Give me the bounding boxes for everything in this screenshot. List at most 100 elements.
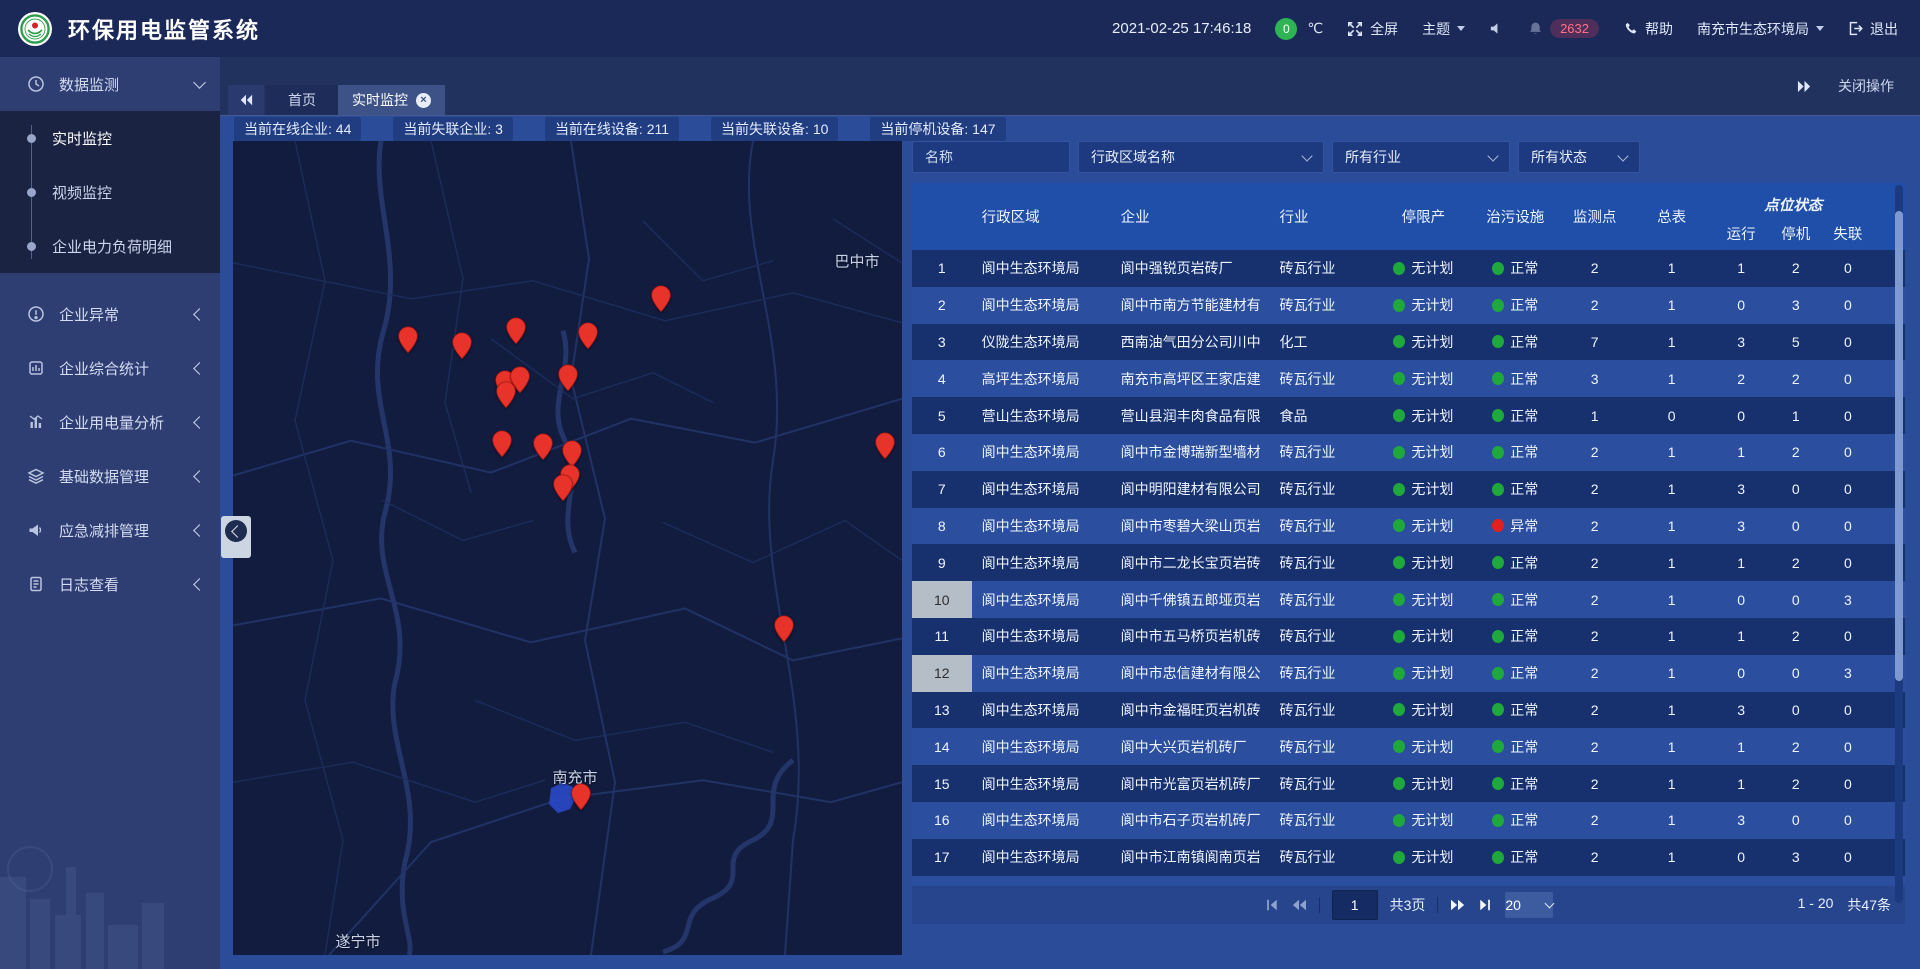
table-row[interactable]: 14阆中生态环境局阆中大兴页岩机砖厂砖瓦行业无计划正常21120 [912, 728, 1905, 765]
cell-total-meter: 1 [1632, 471, 1711, 508]
scrollbar-thumb[interactable] [1895, 211, 1903, 681]
cell-monitor-points: 2 [1557, 765, 1631, 802]
map-marker[interactable] [452, 332, 473, 365]
fullscreen-button[interactable]: 全屏 [1347, 19, 1398, 39]
table-row[interactable]: 8阆中生态环境局阆中市枣碧大梁山页岩砖瓦行业无计划异常21300 [912, 508, 1905, 545]
table-row[interactable]: 10阆中生态环境局阆中千佛镇五郎垭页岩砖瓦行业无计划正常21003 [912, 581, 1905, 618]
cell-running: 1 [1711, 544, 1771, 581]
sidebar-item-enterprise-abnormal[interactable]: 企业异常 [0, 287, 220, 341]
map-marker[interactable] [496, 381, 517, 414]
status-dot-green [1492, 409, 1504, 422]
map[interactable]: 巴中市 南充市 遂宁市 [233, 141, 902, 955]
map-marker[interactable] [875, 432, 896, 465]
cell-industry: 砖瓦行业 [1269, 287, 1373, 324]
map-collapse-toggle[interactable] [221, 516, 251, 558]
theme-dropdown[interactable]: 主题 [1422, 19, 1465, 39]
table-row[interactable]: 12阆中生态环境局阆中市忠信建材有限公砖瓦行业无计划正常21003 [912, 655, 1905, 692]
cell-index: 1 [912, 250, 972, 287]
close-operations-button[interactable]: 关闭操作 [1838, 76, 1894, 96]
table-row[interactable]: 5营山生态环境局营山县润丰肉食品有限食品无计划正常10010 [912, 397, 1905, 434]
mute-speaker-icon[interactable] [1489, 21, 1504, 36]
status-dot-green [1393, 372, 1405, 385]
map-marker[interactable] [533, 433, 554, 466]
status-dot-green [1393, 556, 1405, 569]
sidebar-item-log-view[interactable]: 日志查看 [0, 557, 220, 611]
status-dot-green [1393, 335, 1405, 348]
help-button[interactable]: 帮助 [1623, 19, 1673, 39]
table-scrollbar[interactable] [1895, 185, 1903, 903]
cell-region: 阆中生态环境局 [972, 802, 1111, 839]
status-dot-green [1393, 483, 1405, 496]
table-row[interactable]: 7阆中生态环境局阆中明阳建材有限公司砖瓦行业无计划正常21300 [912, 471, 1905, 508]
cell-industry: 食品 [1269, 397, 1373, 434]
org-dropdown[interactable]: 南充市生态环境局 [1697, 19, 1824, 39]
sidebar-subitem[interactable]: 实时监控 [0, 111, 220, 165]
app-logo-icon [18, 12, 52, 46]
map-marker[interactable] [553, 474, 574, 507]
sidebar-subitem[interactable]: 企业电力负荷明细 [0, 219, 220, 273]
industry-select[interactable]: 所有行业 [1332, 141, 1510, 173]
sidebar-item-data-monitor[interactable]: 数据监测 [0, 57, 220, 111]
sidebar-item-power-analysis[interactable]: 企业用电量分析 [0, 395, 220, 449]
table-row[interactable]: 1阆中生态环境局阆中强锐页岩砖厂砖瓦行业无计划正常21120 [912, 250, 1905, 287]
cell-industry: 砖瓦行业 [1269, 839, 1373, 876]
table-row[interactable]: 2阆中生态环境局阆中市南方节能建材有砖瓦行业无计划正常21030 [912, 287, 1905, 324]
first-page-button[interactable] [1264, 898, 1279, 912]
top-header: 环保用电监管系统 2021-02-25 17:46:18 0 ℃ 全屏 主题 2… [0, 0, 1920, 57]
cell-stop-production: 无计划 [1374, 544, 1473, 581]
close-icon[interactable]: × [416, 93, 431, 108]
next-page-button[interactable] [1450, 898, 1466, 912]
region-select[interactable]: 行政区域名称 [1078, 141, 1324, 173]
table-row[interactable]: 15阆中生态环境局阆中市光富页岩机砖厂砖瓦行业无计划正常21120 [912, 765, 1905, 802]
cell-industry: 砖瓦行业 [1269, 508, 1373, 545]
table-row[interactable]: 3仪陇生态环境局西南油气田分公司川中化工无计划正常71350 [912, 324, 1905, 361]
cell-offline: 0 [1821, 324, 1876, 361]
last-page-button[interactable] [1478, 898, 1493, 912]
notification-area[interactable]: 2632 [1528, 19, 1599, 38]
page-size-select[interactable]: 20 [1505, 892, 1553, 918]
cell-running: 3 [1711, 508, 1771, 545]
table-row[interactable]: 16阆中生态环境局阆中市石子页岩机砖厂砖瓦行业无计划正常21300 [912, 802, 1905, 839]
sidebar-item-enterprise-stats[interactable]: 企业综合统计 [0, 341, 220, 395]
sidebar-subitem[interactable]: 视频监控 [0, 165, 220, 219]
status-dot-green [1393, 446, 1405, 459]
table-row[interactable]: 18南部生态环境局南部县砌化小河有限公建材加工无计划正常60060 [912, 876, 1905, 886]
tab-实时监控[interactable]: 实时监控× [338, 85, 445, 115]
cell-company: 西南油气田分公司川中 [1111, 324, 1270, 361]
status-select[interactable]: 所有状态 [1518, 141, 1640, 173]
status-dot-green [1492, 814, 1504, 827]
sidebar-item-base-data[interactable]: 基础数据管理 [0, 449, 220, 503]
tab-首页[interactable]: 首页 [266, 85, 338, 115]
cell-running: 3 [1711, 324, 1771, 361]
page-input[interactable] [1332, 890, 1378, 920]
col-region: 行政区域 [972, 183, 1111, 250]
forward-tabs-icon[interactable] [1797, 79, 1812, 94]
table-row[interactable]: 4高坪生态环境局南充市高坪区王家店建砖瓦行业无计划正常31220 [912, 360, 1905, 397]
map-marker[interactable] [774, 615, 795, 648]
logout-button[interactable]: 退出 [1848, 19, 1898, 39]
status-dot-green [1492, 593, 1504, 606]
name-search-input[interactable] [912, 141, 1070, 173]
map-marker[interactable] [571, 783, 592, 816]
map-marker[interactable] [558, 364, 579, 397]
cell-running: 0 [1711, 876, 1771, 886]
map-marker[interactable] [398, 326, 419, 359]
map-marker[interactable] [651, 285, 672, 318]
table-row[interactable]: 11阆中生态环境局阆中市五马桥页岩机砖砖瓦行业无计划正常21120 [912, 618, 1905, 655]
map-marker[interactable] [492, 430, 513, 463]
table-row[interactable]: 13阆中生态环境局阆中市金福旺页岩机砖砖瓦行业无计划正常21300 [912, 692, 1905, 729]
cell-index: 12 [912, 655, 972, 692]
table-row[interactable]: 9阆中生态环境局阆中市二龙长宝页岩砖砖瓦行业无计划正常21120 [912, 544, 1905, 581]
prev-page-button[interactable] [1291, 898, 1307, 912]
sidebar-subitem-label: 视频监控 [52, 182, 112, 203]
chevron-down-icon [1457, 26, 1465, 31]
map-marker[interactable] [578, 322, 599, 355]
collapse-tabs-button[interactable] [228, 85, 264, 115]
divider [1437, 897, 1438, 913]
cell-facility: 正常 [1473, 397, 1557, 434]
sidebar-item-emergency-reduction[interactable]: 应急减排管理 [0, 503, 220, 557]
table-row[interactable]: 6阆中生态环境局阆中市金博瑞新型墙材砖瓦行业无计划正常21120 [912, 434, 1905, 471]
map-marker[interactable] [506, 317, 527, 350]
cell-total-meter: 1 [1632, 287, 1711, 324]
table-row[interactable]: 17阆中生态环境局阆中市江南镇阆南页岩砖瓦行业无计划正常21030 [912, 839, 1905, 876]
